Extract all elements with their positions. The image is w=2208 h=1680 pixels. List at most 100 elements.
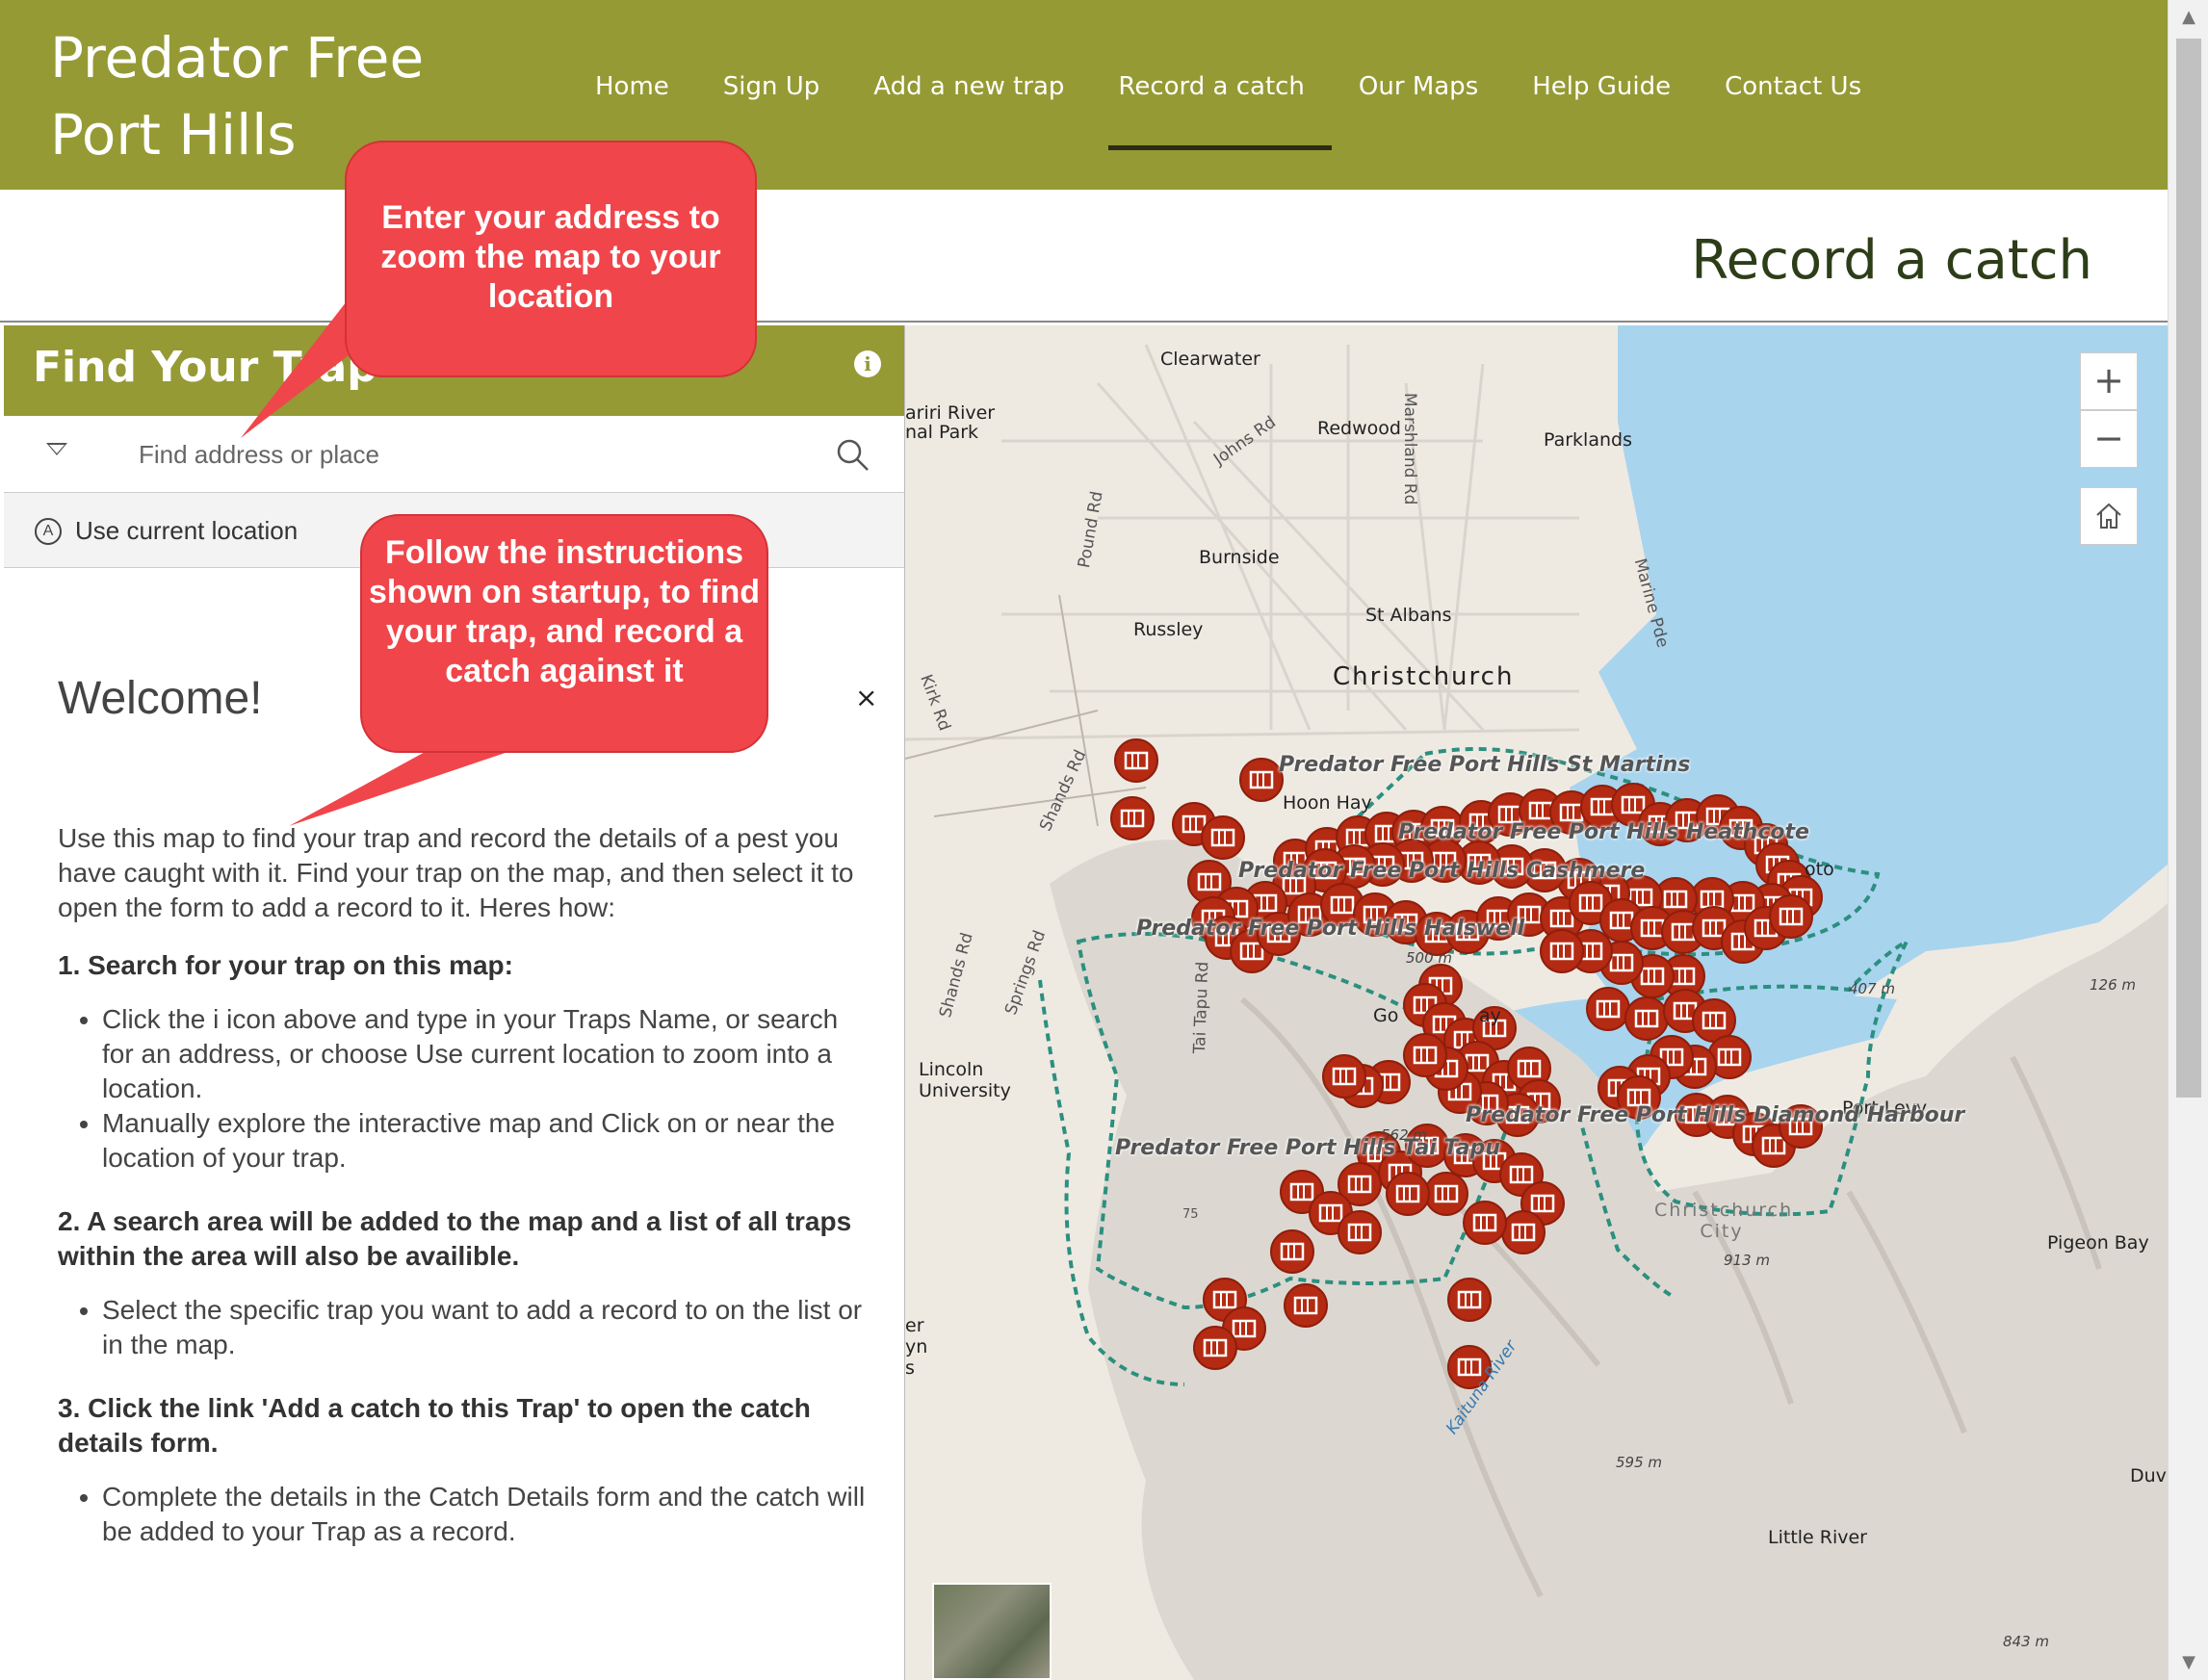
step-2-heading: 2. A search area will be added to the ma… [58, 1206, 852, 1271]
step-1-bullet-1: Click the i icon above and type in your … [102, 1002, 867, 1106]
map-peak-label: 562 m [1381, 1126, 1428, 1144]
nav-sign-up[interactable]: Sign Up [696, 58, 847, 150]
chevron-down-icon[interactable] [46, 443, 67, 455]
map-place-label: er [905, 1315, 924, 1336]
map-city-label: Christchurch [1333, 662, 1515, 691]
instructions-callout: Follow the instructions shown on startup… [360, 514, 768, 753]
map-place-label: nal Park [905, 422, 979, 443]
trap-marker[interactable] [1403, 1033, 1447, 1077]
trap-marker[interactable] [1270, 1229, 1314, 1274]
search-input[interactable] [139, 433, 793, 476]
main-nav: Home Sign Up Add a new trap Record a cat… [568, 58, 1888, 150]
trap-marker[interactable] [1338, 1210, 1382, 1254]
map-place-label: ay [1479, 1005, 1501, 1026]
trap-marker[interactable] [1769, 894, 1813, 939]
scroll-up-arrow[interactable]: ▲ [2169, 0, 2208, 35]
map-place-label: Pigeon Bay [2047, 1232, 2149, 1254]
map-place-label: yn [905, 1336, 928, 1357]
map-peak-label: 126 m [2090, 976, 2137, 994]
trap-marker[interactable] [1447, 1278, 1492, 1322]
step-1-heading: 1. Search for your trap on this map: [58, 950, 513, 980]
page-title: Record a catch [1691, 229, 2092, 292]
search-bar [4, 416, 904, 493]
step-3-bullet-1: Complete the details in the Catch Detail… [102, 1480, 867, 1549]
trap-marker[interactable] [1501, 1210, 1546, 1254]
map-place-label: ariri River [905, 402, 996, 424]
map-place-label: Russley [1133, 619, 1204, 640]
home-button[interactable] [2080, 487, 2138, 545]
step-3-heading: 3. Click the link 'Add a catch to this T… [58, 1393, 811, 1458]
nav-contact-us[interactable]: Contact Us [1698, 58, 1888, 150]
nav-record-catch[interactable]: Record a catch [1091, 58, 1332, 150]
panel-title: Find Your Trap [33, 343, 377, 392]
map-place-label: Little River [1768, 1527, 1867, 1548]
trap-marker[interactable] [1110, 796, 1155, 840]
info-icon[interactable]: i [854, 350, 881, 377]
map-place-label: Burnside [1199, 547, 1280, 568]
map-road-label: Marshland Rd [1400, 393, 1419, 505]
map-place-label: St Albans [1365, 605, 1452, 626]
trap-marker[interactable] [1624, 996, 1669, 1041]
step-2-list: Select the specific trap you want to add… [102, 1293, 867, 1362]
map-peak-label: 407 m [1849, 980, 1896, 997]
trap-marker[interactable] [1586, 987, 1630, 1031]
map-place-label: Lincoln University [919, 1059, 1011, 1101]
trap-marker[interactable] [1540, 929, 1584, 973]
trap-marker[interactable] [1193, 1326, 1237, 1370]
trap-marker[interactable] [1322, 1054, 1366, 1098]
nav-home[interactable]: Home [568, 58, 696, 150]
step-1-bullet-2: Manually explore the interactive map and… [102, 1106, 867, 1176]
trap-marker[interactable] [1114, 738, 1158, 783]
map-area-label: Predator Free Port Hills St Martins [1279, 753, 1691, 777]
nav-help-guide[interactable]: Help Guide [1505, 58, 1698, 150]
trap-marker[interactable] [1386, 1172, 1430, 1216]
map-place-label: Duv [2130, 1465, 2167, 1486]
map-peak-label: 913 m [1724, 1252, 1771, 1269]
step-2-bullet-1: Select the specific trap you want to add… [102, 1293, 867, 1362]
welcome-body: Use this map to find your trap and recor… [58, 821, 867, 1578]
map-place-label: Clearwater [1160, 349, 1260, 370]
use-current-location-label: Use current location [75, 516, 299, 545]
map-road-label: Tai Tapu Rd [1190, 961, 1213, 1054]
map-area-label: Predator Free Port Hills Halswell [1136, 917, 1525, 941]
map-area-label: Predator Free Port Hills Cashmere [1238, 859, 1646, 883]
basemap-toggle[interactable] [932, 1583, 1052, 1680]
map-place-label: Hoon Hay [1283, 792, 1372, 814]
map-area-label: Predator Free Port Hills Diamond Harbour [1466, 1103, 1965, 1127]
welcome-intro: Use this map to find your trap and recor… [58, 823, 854, 922]
map-place-label: oto [1805, 859, 1834, 880]
map-peak-label: 595 m [1616, 1454, 1663, 1471]
map-place-label: Go [1373, 1005, 1399, 1026]
map-road-label: 75 [1182, 1207, 1199, 1222]
map-place-label: Christchurch City [1654, 1200, 1794, 1242]
welcome-title: Welcome! [58, 673, 263, 724]
map-peak-label: 843 m [2003, 1633, 2050, 1650]
map-place-label: Parklands [1544, 429, 1632, 451]
map-area-label: Predator Free Port Hills Tai Tapu [1115, 1136, 1501, 1160]
scroll-thumb[interactable] [2176, 39, 2201, 1098]
title-divider [0, 321, 2168, 323]
nav-our-maps[interactable]: Our Maps [1332, 58, 1505, 150]
nav-add-trap[interactable]: Add a new trap [846, 58, 1091, 150]
trap-marker[interactable] [1239, 758, 1284, 802]
map-peak-label: 500 m [1406, 949, 1453, 967]
map-place-label: s [905, 1357, 915, 1379]
zoom-in-button[interactable]: + [2080, 352, 2138, 410]
location-icon: A [35, 518, 62, 545]
home-icon [2096, 503, 2121, 529]
trap-marker[interactable] [1284, 1283, 1328, 1328]
step-3-list: Complete the details in the Catch Detail… [102, 1480, 867, 1549]
trap-marker[interactable] [1424, 1172, 1468, 1216]
address-callout: Enter your address to zoom the map to yo… [345, 141, 757, 377]
scroll-down-arrow[interactable]: ▼ [2169, 1645, 2208, 1680]
page-scrollbar[interactable]: ▲ ▼ [2168, 0, 2208, 1680]
step-1-list: Click the i icon above and type in your … [102, 1002, 867, 1176]
close-icon[interactable]: × [855, 682, 877, 713]
trap-marker[interactable] [1463, 1201, 1507, 1245]
trap-marker[interactable] [1201, 815, 1245, 860]
map-place-label: Redwood [1317, 418, 1401, 439]
trap-map[interactable]: Clearwater Redwood Parklands Burnside St… [905, 325, 2168, 1680]
zoom-out-button[interactable]: − [2080, 410, 2138, 468]
site-header: Predator Free Port Hills Home Sign Up Ad… [0, 0, 2168, 190]
search-icon[interactable] [835, 437, 870, 472]
